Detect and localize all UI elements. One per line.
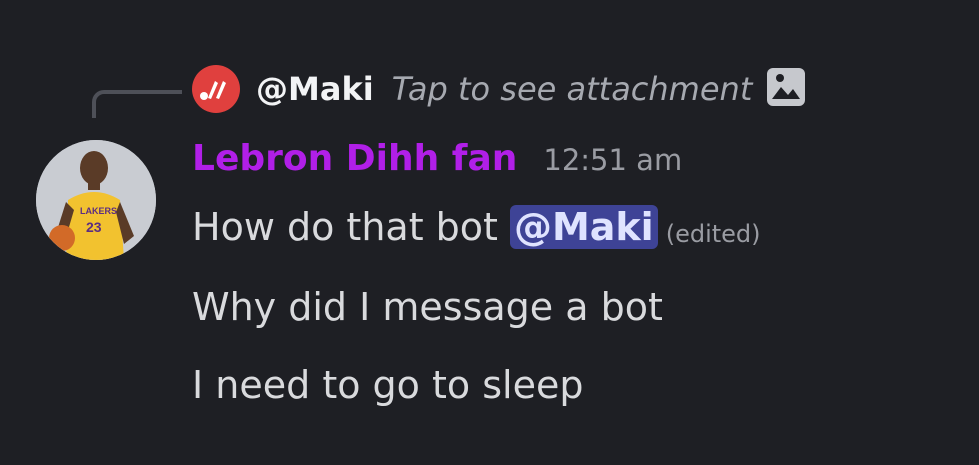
- user-avatar[interactable]: LAKERS 23: [36, 140, 156, 260]
- message-header: Lebron Dihh fan 12:51 am: [192, 138, 682, 190]
- message-line: How do that bot @Maki (edited): [192, 198, 761, 256]
- reply-author-name[interactable]: @Maki: [256, 70, 374, 108]
- message-text: I need to go to sleep: [192, 363, 584, 407]
- reply-reference[interactable]: @Maki Tap to see attachment: [192, 64, 806, 114]
- maki-logo-icon[interactable]: [192, 65, 240, 113]
- user-mention[interactable]: @Maki: [509, 205, 658, 249]
- message-line: Why did I message a bot: [192, 278, 663, 336]
- message-text: Why did I message a bot: [192, 285, 663, 329]
- edited-label: (edited): [665, 220, 761, 248]
- timestamp: 12:51 am: [543, 143, 683, 177]
- image-icon: [766, 67, 806, 111]
- message-text: How do that bot: [192, 205, 498, 249]
- message-line: I need to go to sleep: [192, 356, 583, 414]
- chat-view: @Maki Tap to see attachment LAKERS 23 Le…: [0, 0, 979, 465]
- reply-connector: [92, 90, 182, 118]
- author-name[interactable]: Lebron Dihh fan: [192, 138, 517, 179]
- reply-preview-text[interactable]: Tap to see attachment: [392, 70, 753, 108]
- svg-text:LAKERS: LAKERS: [80, 206, 117, 216]
- svg-text:23: 23: [86, 219, 102, 235]
